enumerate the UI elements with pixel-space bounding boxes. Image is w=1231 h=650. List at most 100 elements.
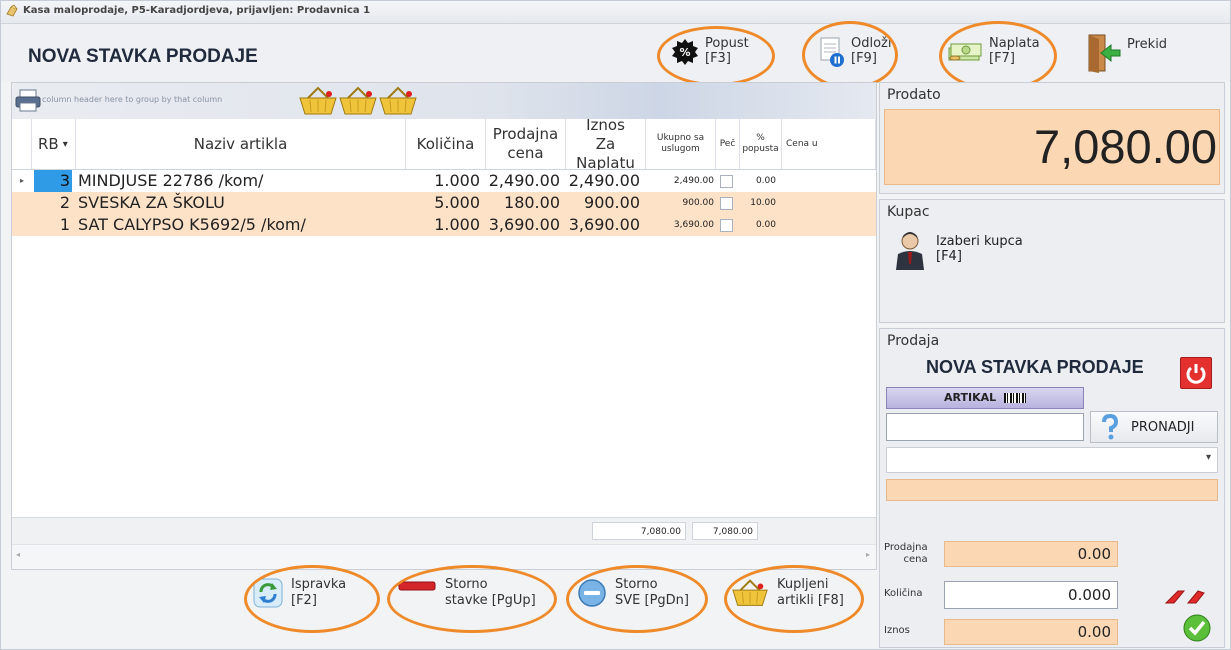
- window-title: Kasa maloprodaje, P5-Karadjordjeva, prij…: [23, 5, 371, 16]
- printer-icon[interactable]: [15, 89, 41, 113]
- basket-icon[interactable]: [338, 86, 378, 116]
- chevron-down-icon: ▾: [1205, 452, 1211, 463]
- column-header-pec[interactable]: Peč: [716, 119, 740, 169]
- basket-icon[interactable]: [378, 86, 418, 116]
- cell-popusta[interactable]: 10.00: [740, 192, 782, 214]
- remove-line-icon: [398, 581, 436, 591]
- cell-ukupno[interactable]: 3,690.00: [646, 214, 716, 236]
- cell-ukupno[interactable]: 900.00: [646, 192, 716, 214]
- scroll-left-icon[interactable]: ◂: [16, 550, 20, 559]
- artikal-tab[interactable]: ARTIKAL: [886, 387, 1084, 409]
- column-header-kolicina[interactable]: Količina: [406, 119, 486, 169]
- cell-kolicina[interactable]: 1.000: [406, 170, 486, 192]
- cell-ukupno[interactable]: 2,490.00: [646, 170, 716, 192]
- kolicina-input[interactable]: 0.000: [944, 581, 1118, 609]
- svg-text:%: %: [679, 46, 690, 59]
- horizontal-scrollbar[interactable]: ◂ ▸: [12, 544, 876, 569]
- cell-naziv[interactable]: SVESKA ZA ŠKOLU: [76, 192, 406, 214]
- money-icon: [948, 43, 982, 61]
- odlozi-button[interactable]: Odloži [F9]: [819, 36, 892, 68]
- info-bar: [886, 479, 1218, 501]
- confirm-button[interactable]: [1182, 613, 1212, 643]
- cell-rb[interactable]: 2: [32, 192, 76, 214]
- pec-checkbox[interactable]: [720, 175, 733, 188]
- prodajna-cena-label: Prodajna cena: [884, 542, 928, 565]
- cell-prodajna-cena[interactable]: 2,490.00: [486, 170, 566, 192]
- column-header-ukupno[interactable]: Ukupno sa uslugom: [646, 119, 716, 169]
- column-header-iznos[interactable]: Iznos Za Naplatu: [566, 116, 646, 172]
- cell-naziv[interactable]: SAT CALYPSO K5692/5 /kom/: [76, 214, 406, 236]
- pronadji-button[interactable]: PRONADJI: [1090, 411, 1218, 443]
- group-hint: column header here to group by that colu…: [42, 95, 223, 104]
- column-header-naziv[interactable]: Naziv artikla: [76, 119, 406, 169]
- izaberi-kupca-label: Izaberi kupca [F4]: [936, 234, 1023, 264]
- storno-sve-label: Storno SVE [PgDn]: [615, 577, 689, 608]
- prekid-button[interactable]: Prekid: [1087, 33, 1167, 73]
- column-header-popusta[interactable]: % popusta: [740, 119, 782, 169]
- title-bar: Kasa maloprodaje, P5-Karadjordjeva, prij…: [1, 1, 1230, 24]
- scroll-right-icon[interactable]: ▸: [866, 550, 870, 559]
- pronadji-label: PRONADJI: [1131, 419, 1195, 435]
- cell-iznos[interactable]: 900.00: [566, 192, 646, 214]
- exit-door-icon: [1088, 34, 1121, 73]
- cell-rb[interactable]: 3: [32, 170, 76, 192]
- cell-prodajna-cena[interactable]: 3,690.00: [486, 214, 566, 236]
- kupljeni-label: Kupljeni artikli [F8]: [777, 577, 844, 608]
- cell-kolicina[interactable]: 5.000: [406, 192, 486, 214]
- power-button[interactable]: [1180, 357, 1212, 389]
- cell-popusta[interactable]: 0.00: [740, 214, 782, 236]
- cell-iznos[interactable]: 3,690.00: [566, 214, 646, 236]
- artikal-label: ARTIKAL: [944, 391, 997, 404]
- popust-button[interactable]: % Popust [F3]: [671, 36, 749, 66]
- column-header-cena-u[interactable]: Cena u: [782, 119, 876, 169]
- minus-circle-icon: [578, 579, 606, 607]
- kupljeni-artikli-button[interactable]: Kupljeni artikli [F8]: [731, 577, 844, 609]
- table-row[interactable]: 1 SAT CALYPSO K5692/5 /kom/ 1.000 3,690.…: [12, 214, 876, 236]
- table-row[interactable]: ▸ 3 MINDJUSE 22786 /kom/ 1.000 2,490.00 …: [12, 170, 876, 192]
- iznos-total: 7,080.00: [592, 522, 686, 540]
- cell-kolicina[interactable]: 1.000: [406, 214, 486, 236]
- izaberi-kupca-button[interactable]: Izaberi kupca [F4]: [894, 230, 1023, 270]
- artikal-search-input[interactable]: [886, 413, 1084, 441]
- cell-rb[interactable]: 1: [32, 214, 76, 236]
- naplata-label: Naplata [F7]: [989, 36, 1040, 66]
- odlozi-label: Odloži [F9]: [851, 36, 892, 66]
- storno-sve-button[interactable]: Storno SVE [PgDn]: [577, 577, 689, 609]
- ispravka-label: Ispravka [F2]: [291, 577, 347, 608]
- column-header-rb[interactable]: RB ▾: [32, 119, 76, 169]
- cell-naziv[interactable]: MINDJUSE 22786 /kom/: [76, 170, 406, 192]
- storno-stavke-button[interactable]: Storno stavke [PgUp]: [397, 577, 536, 609]
- eraser-icon[interactable]: [1162, 585, 1208, 607]
- pec-checkbox[interactable]: [720, 219, 733, 232]
- iznos-field: 0.00: [944, 619, 1118, 645]
- prodato-value: 7,080.00: [884, 109, 1220, 185]
- question-icon: [1102, 413, 1119, 440]
- sale-items-grid: column header here to group by that colu…: [11, 82, 877, 570]
- pec-checkbox[interactable]: [720, 197, 733, 210]
- prodaja-title: Prodaja: [887, 333, 940, 349]
- grid-header: RB ▾ Naziv artikla Količina Prodajna cen…: [12, 116, 876, 172]
- main-window: Kasa maloprodaje, P5-Karadjordjeva, prij…: [0, 0, 1231, 650]
- bottom-action-bar: Ispravka [F2] Storno stavke [PgUp] Storn…: [11, 565, 875, 647]
- ispravka-button[interactable]: Ispravka [F2]: [253, 577, 346, 609]
- prekid-label: Prekid: [1127, 37, 1168, 52]
- column-header-prodajna-cena[interactable]: Prodajna cena: [486, 119, 566, 169]
- storno-stavke-label: Storno stavke [PgUp]: [445, 577, 536, 608]
- toolbar: NOVA STAVKA PRODAJE % Popust [F3] Odloži…: [1, 21, 1230, 91]
- row-indicator-header: [12, 119, 32, 169]
- table-row[interactable]: 2 SVESKA ZA ŠKOLU 5.000 180.00 900.00 90…: [12, 192, 876, 214]
- column-rb-label: RB: [38, 134, 59, 153]
- cell-popusta[interactable]: 0.00: [740, 170, 782, 192]
- prodaja-panel: Prodaja NOVA STAVKA PRODAJE ARTIKAL PRON…: [879, 328, 1225, 648]
- basket-icon[interactable]: [298, 86, 338, 116]
- cell-prodajna-cena[interactable]: 180.00: [486, 192, 566, 214]
- popust-label: Popust [F3]: [705, 36, 749, 66]
- prodato-panel: Prodato 7,080.00: [879, 82, 1225, 194]
- pause-document-icon: [820, 37, 844, 67]
- person-icon: [896, 232, 924, 270]
- kolicina-label: Količina: [884, 588, 923, 599]
- artikal-dropdown[interactable]: ▾: [886, 447, 1218, 473]
- naplata-button[interactable]: Naplata [F7]: [947, 36, 1040, 66]
- cell-iznos[interactable]: 2,490.00: [566, 170, 646, 192]
- app-icon: [6, 4, 18, 17]
